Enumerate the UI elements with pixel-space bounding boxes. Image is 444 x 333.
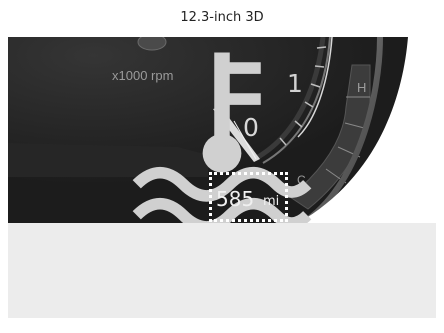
range-unit: mi	[263, 194, 280, 209]
figure-caption: 12.3-inch 3D	[180, 9, 264, 25]
lower-panel	[8, 223, 436, 318]
instrument-cluster-illustration: x1000 rpm 1 0 H C 585 mi	[8, 37, 436, 223]
range-value: 585	[216, 187, 255, 211]
